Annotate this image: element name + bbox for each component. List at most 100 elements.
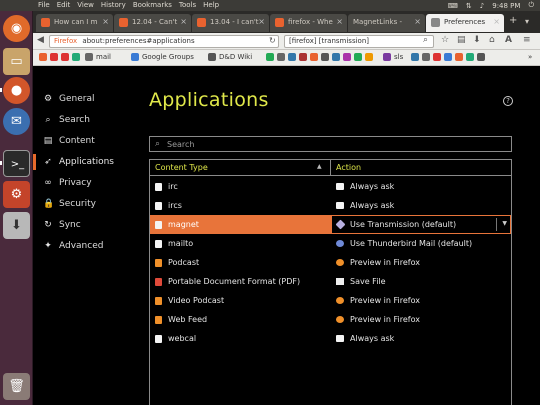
star-icon[interactable]: ☆ — [441, 35, 449, 45]
bookmarks-overflow-icon[interactable]: » — [528, 53, 532, 61]
table-row[interactable]: Video Podcast Preview in Firefox — [150, 291, 511, 310]
close-icon[interactable]: × — [258, 17, 265, 26]
tab-preferences[interactable]: Preferences × — [426, 14, 504, 32]
back-icon[interactable]: ◀ — [37, 35, 44, 45]
menu-edit[interactable]: Edit — [57, 1, 71, 9]
action-label: Always ask — [350, 201, 395, 210]
sidebar-item-general[interactable]: ⚙ General — [43, 94, 95, 104]
content-type-cell: magnet — [155, 220, 199, 229]
close-icon[interactable]: × — [102, 17, 109, 26]
software-updater-launcher[interactable]: ⬇ — [3, 212, 30, 239]
tab-list-icon[interactable]: ▾ — [525, 17, 529, 26]
bookmark-icons-group[interactable] — [266, 53, 373, 61]
download-icon: ⬇ — [11, 218, 22, 233]
column-header-content-type[interactable]: Content Type — [155, 163, 208, 172]
identity-label[interactable]: Firefox — [54, 37, 77, 45]
sidebar-item-sync[interactable]: ↻ Sync — [43, 220, 80, 230]
trash-launcher[interactable]: 🗑 — [3, 373, 30, 400]
table-row[interactable]: Podcast Preview in Firefox — [150, 253, 511, 272]
navigation-bar: ◀ Firefox about:preferences#applications… — [33, 33, 540, 50]
sidebar-item-security[interactable]: 🔒 Security — [43, 199, 96, 209]
addon-icon[interactable]: A — [505, 35, 512, 45]
search-box[interactable]: [firefox] [transmission] — [284, 35, 434, 48]
sidebar-selection-indicator — [33, 154, 36, 170]
table-row[interactable]: Portable Document Format (PDF) Save File — [150, 272, 511, 291]
chevron-down-icon[interactable]: ▼ — [502, 220, 507, 227]
bookmark-icon — [411, 53, 419, 61]
column-header-action[interactable]: Action — [336, 163, 361, 172]
table-header: Content Type ▲ Action — [150, 160, 511, 176]
bookmark-icon — [455, 53, 463, 61]
bookmark-icon — [332, 53, 340, 61]
sidebar-item-applications[interactable]: ➶ Applications — [43, 157, 114, 167]
download-icon[interactable]: ⬇ — [473, 35, 481, 45]
action-select[interactable]: Use Transmission (default) ▼ — [331, 215, 511, 234]
close-icon[interactable]: × — [493, 17, 500, 26]
files-launcher[interactable]: ▭ — [3, 48, 30, 75]
sidebar-item-label: Advanced — [59, 241, 104, 251]
network-icon[interactable]: ⇅ — [466, 2, 472, 10]
bookmark-icons-group[interactable] — [411, 53, 485, 61]
tab[interactable]: firefox - Whe × — [270, 14, 347, 32]
bookmark-sls[interactable]: sls — [383, 53, 403, 61]
bookmarks-menu-icon[interactable]: ▤ — [457, 35, 466, 45]
content-type-label: Podcast — [168, 258, 200, 267]
table-row[interactable]: mailto Use Thunderbird Mail (default) — [150, 234, 511, 253]
sidebar-item-content[interactable]: ▤ Content — [43, 136, 95, 146]
sidebar-item-advanced[interactable]: ✦ Advanced — [43, 241, 103, 251]
ubuntu-dash-button[interactable]: ◉ — [3, 15, 30, 42]
sidebar-item-label: General — [59, 94, 95, 104]
bookmark-label: mail — [96, 53, 111, 61]
home-icon[interactable]: ⌂ — [489, 35, 495, 45]
close-icon[interactable]: × — [414, 17, 421, 26]
firefox-launcher[interactable]: ● — [3, 77, 30, 104]
menu-tools[interactable]: Tools — [179, 1, 196, 9]
menu-history[interactable]: History — [101, 1, 126, 9]
tab[interactable]: MagnetLinks - × — [348, 14, 425, 32]
keyboard-icon[interactable]: ⌨ — [448, 2, 458, 10]
sidebar-item-search[interactable]: ⌕ Search — [43, 115, 89, 125]
table-row-selected[interactable]: magnet Use Transmission (default) ▼ — [150, 215, 511, 234]
reload-icon[interactable]: ↻ — [269, 36, 276, 45]
bookmark-dnd-wiki[interactable]: D&D Wiki — [208, 53, 252, 61]
bookmark-icons-group[interactable] — [39, 53, 80, 61]
bookmark-label: Google Groups — [142, 53, 194, 61]
action-label: Use Transmission (default) — [350, 220, 457, 229]
thunderbird-icon: ✉ — [11, 114, 22, 129]
table-row[interactable]: Web Feed Preview in Firefox — [150, 310, 511, 329]
menu-help[interactable]: Help — [203, 1, 219, 9]
close-icon[interactable]: × — [336, 17, 343, 26]
content-type-cell: mailto — [155, 239, 193, 248]
ubuntu-logo-icon: ◉ — [10, 21, 23, 36]
search-input[interactable]: ⌕ Search — [149, 136, 512, 152]
menu-icon[interactable]: ≡ — [523, 35, 531, 45]
menu-bookmarks[interactable]: Bookmarks — [133, 1, 172, 9]
tab[interactable]: How can I m × — [36, 14, 113, 32]
bookmark-google-groups[interactable]: Google Groups — [131, 53, 194, 61]
table-row[interactable]: webcal Always ask — [150, 329, 511, 348]
tab[interactable]: 12.04 - Can't × — [114, 14, 191, 32]
settings-launcher[interactable]: ⚙ — [3, 181, 30, 208]
close-icon[interactable]: × — [180, 17, 187, 26]
new-tab-icon[interactable]: + — [509, 15, 517, 26]
bookmark-icon — [422, 53, 430, 61]
menu-file[interactable]: File — [38, 1, 50, 9]
clock[interactable]: 9:48 PM — [492, 2, 520, 10]
power-icon[interactable]: ⏻ — [528, 1, 534, 10]
content-type-cell: webcal — [155, 334, 196, 343]
help-icon[interactable]: ? — [503, 96, 513, 106]
thunderbird-launcher[interactable]: ✉ — [3, 108, 30, 135]
bookmark-mail[interactable]: mail — [85, 53, 111, 61]
volume-icon[interactable]: ♪ — [480, 2, 484, 10]
sidebar-item-privacy[interactable]: ∞ Privacy — [43, 178, 91, 188]
table-row[interactable]: irc Always ask — [150, 177, 511, 196]
search-go-icon[interactable]: ⌕ — [423, 35, 428, 45]
url-bar[interactable]: Firefox about:preferences#applications — [49, 35, 279, 48]
action-label: Always ask — [350, 182, 395, 191]
table-row[interactable]: ircs Always ask — [150, 196, 511, 215]
tab[interactable]: 13.04 - I can't × — [192, 14, 269, 32]
trash-icon: 🗑 — [8, 379, 25, 394]
menu-view[interactable]: View — [77, 1, 94, 9]
terminal-launcher[interactable]: >_ — [3, 150, 30, 177]
column-divider[interactable] — [330, 160, 331, 176]
